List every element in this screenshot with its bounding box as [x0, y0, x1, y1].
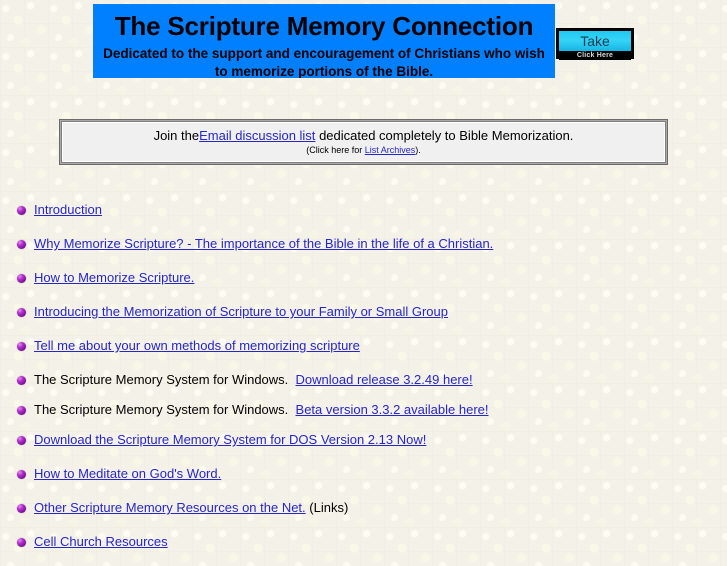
- list-item: The Scripture Memory System for Windows.…: [0, 400, 727, 430]
- list-item: How to Memorize Scripture.: [0, 268, 727, 302]
- other-resources-suffix: (Links): [309, 500, 349, 515]
- link-download-dos-version-2-13[interactable]: Download the Scripture Memory System for…: [34, 432, 426, 447]
- site-title: The Scripture Memory Connection: [114, 11, 534, 41]
- link-beta-version-3-3-2[interactable]: Beta version 3.3.2 available here!: [296, 402, 489, 417]
- bullet-icon: [17, 406, 26, 415]
- bullet-icon: [17, 308, 26, 317]
- list-item: Download the Scripture Memory System for…: [0, 430, 727, 464]
- list-archives-link[interactable]: List Archives: [365, 145, 416, 155]
- banner-region: The Scripture Memory Connection Dedicate…: [0, 0, 727, 90]
- email-notice-text-after: dedicated completely to Bible Memorizati…: [319, 128, 574, 143]
- list-item: The Scripture Memory System for Windows.…: [0, 370, 727, 400]
- site-banner: The Scripture Memory Connection Dedicate…: [93, 4, 555, 78]
- windows-beta-label: The Scripture Memory System for Windows.: [34, 402, 289, 417]
- take-button-label: Take: [559, 31, 631, 51]
- link-cell-church-resources[interactable]: Cell Church Resources: [34, 534, 168, 549]
- site-tagline: Dedicated to the support and encourageme…: [103, 46, 545, 78]
- link-tell-me-your-methods[interactable]: Tell me about your own methods of memori…: [34, 338, 360, 353]
- link-other-resources-on-net[interactable]: Other Scripture Memory Resources on the …: [34, 500, 306, 515]
- email-notice-text-before: Join the: [153, 128, 200, 143]
- windows-release-label: The Scripture Memory System for Windows.: [34, 372, 289, 387]
- list-item: Tell me about your own methods of memori…: [0, 336, 727, 370]
- bullet-icon: [17, 342, 26, 351]
- take-button-sublabel: Click Here: [559, 51, 631, 60]
- bullet-icon: [17, 206, 26, 215]
- list-item: Cell Church Resources: [0, 532, 727, 566]
- link-download-release-3-2-49[interactable]: Download release 3.2.49 here!: [296, 372, 473, 387]
- link-introduction[interactable]: Introduction: [34, 202, 102, 217]
- main-link-list: Introduction Why Memorize Scripture? - T…: [0, 200, 727, 566]
- link-why-memorize-scripture[interactable]: Why Memorize Scripture? - The importance…: [34, 236, 493, 251]
- bullet-icon: [17, 240, 26, 249]
- email-notice-line-2: (Click here for List Archives).: [63, 144, 664, 157]
- link-how-to-meditate[interactable]: How to Meditate on God's Word.: [34, 466, 221, 481]
- link-how-to-memorize-scripture[interactable]: How to Memorize Scripture.: [34, 270, 194, 285]
- email-notice-line-1: Join theEmail discussion list dedicated …: [63, 128, 664, 144]
- list-item: Why Memorize Scripture? - The importance…: [0, 234, 727, 268]
- email-discussion-list-link[interactable]: Email discussion list: [199, 128, 315, 143]
- bullet-icon: [17, 504, 26, 513]
- bullet-icon: [17, 470, 26, 479]
- list-item: Other Scripture Memory Resources on the …: [0, 498, 727, 532]
- bullet-icon: [17, 376, 26, 385]
- bullet-icon: [17, 436, 26, 445]
- email-discussion-notice: Join theEmail discussion list dedicated …: [61, 121, 666, 163]
- archives-text-after: ).: [415, 145, 421, 155]
- list-item: Introduction: [0, 200, 727, 234]
- bullet-icon: [17, 538, 26, 547]
- archives-text-before: (Click here for: [306, 145, 363, 155]
- bullet-icon: [17, 274, 26, 283]
- list-item: Introducing the Memorization of Scriptur…: [0, 302, 727, 336]
- list-item: How to Meditate on God's Word.: [0, 464, 727, 498]
- link-introducing-memorization-family-group[interactable]: Introducing the Memorization of Scriptur…: [34, 304, 448, 319]
- take-click-here-button[interactable]: Take Click Here: [556, 28, 634, 60]
